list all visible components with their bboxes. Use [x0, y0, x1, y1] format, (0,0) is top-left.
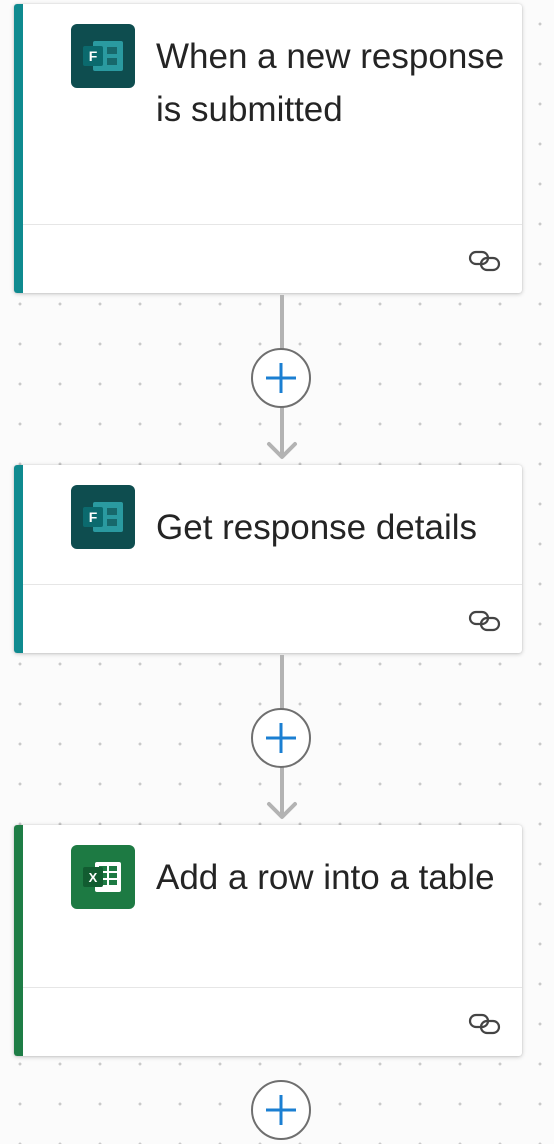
plus-icon	[266, 363, 296, 393]
step-title: When a new response is submitted	[156, 37, 505, 129]
add-step-button[interactable]	[251, 1080, 311, 1140]
plus-icon	[266, 1095, 296, 1125]
insert-step-button[interactable]	[251, 348, 311, 408]
svg-text:X: X	[89, 870, 98, 885]
step-footer	[23, 987, 522, 1056]
microsoft-forms-icon: F	[71, 24, 135, 88]
flow-step-card[interactable]: F Get response details	[14, 465, 522, 653]
connection-link-icon[interactable]	[468, 609, 502, 633]
step-footer	[23, 584, 522, 653]
arrow-down-icon	[267, 802, 297, 819]
plus-icon	[266, 723, 296, 753]
step-accent-bar	[14, 4, 23, 293]
flow-step-card[interactable]: X Add a row into a table	[14, 825, 522, 1056]
step-accent-bar	[14, 465, 23, 653]
step-title: Add a row into a table	[156, 858, 495, 897]
microsoft-forms-icon: F	[71, 485, 135, 549]
connection-link-icon[interactable]	[468, 249, 502, 273]
step-accent-bar	[14, 825, 23, 1056]
svg-text:F: F	[89, 509, 98, 525]
step-footer	[23, 224, 522, 293]
connection-link-icon[interactable]	[468, 1012, 502, 1036]
svg-text:F: F	[89, 48, 98, 64]
microsoft-excel-icon: X	[71, 845, 135, 909]
insert-step-button[interactable]	[251, 708, 311, 768]
step-title: Get response details	[156, 508, 478, 547]
flow-step-card[interactable]: F When a new response is submitted	[14, 4, 522, 293]
arrow-down-icon	[267, 442, 297, 459]
